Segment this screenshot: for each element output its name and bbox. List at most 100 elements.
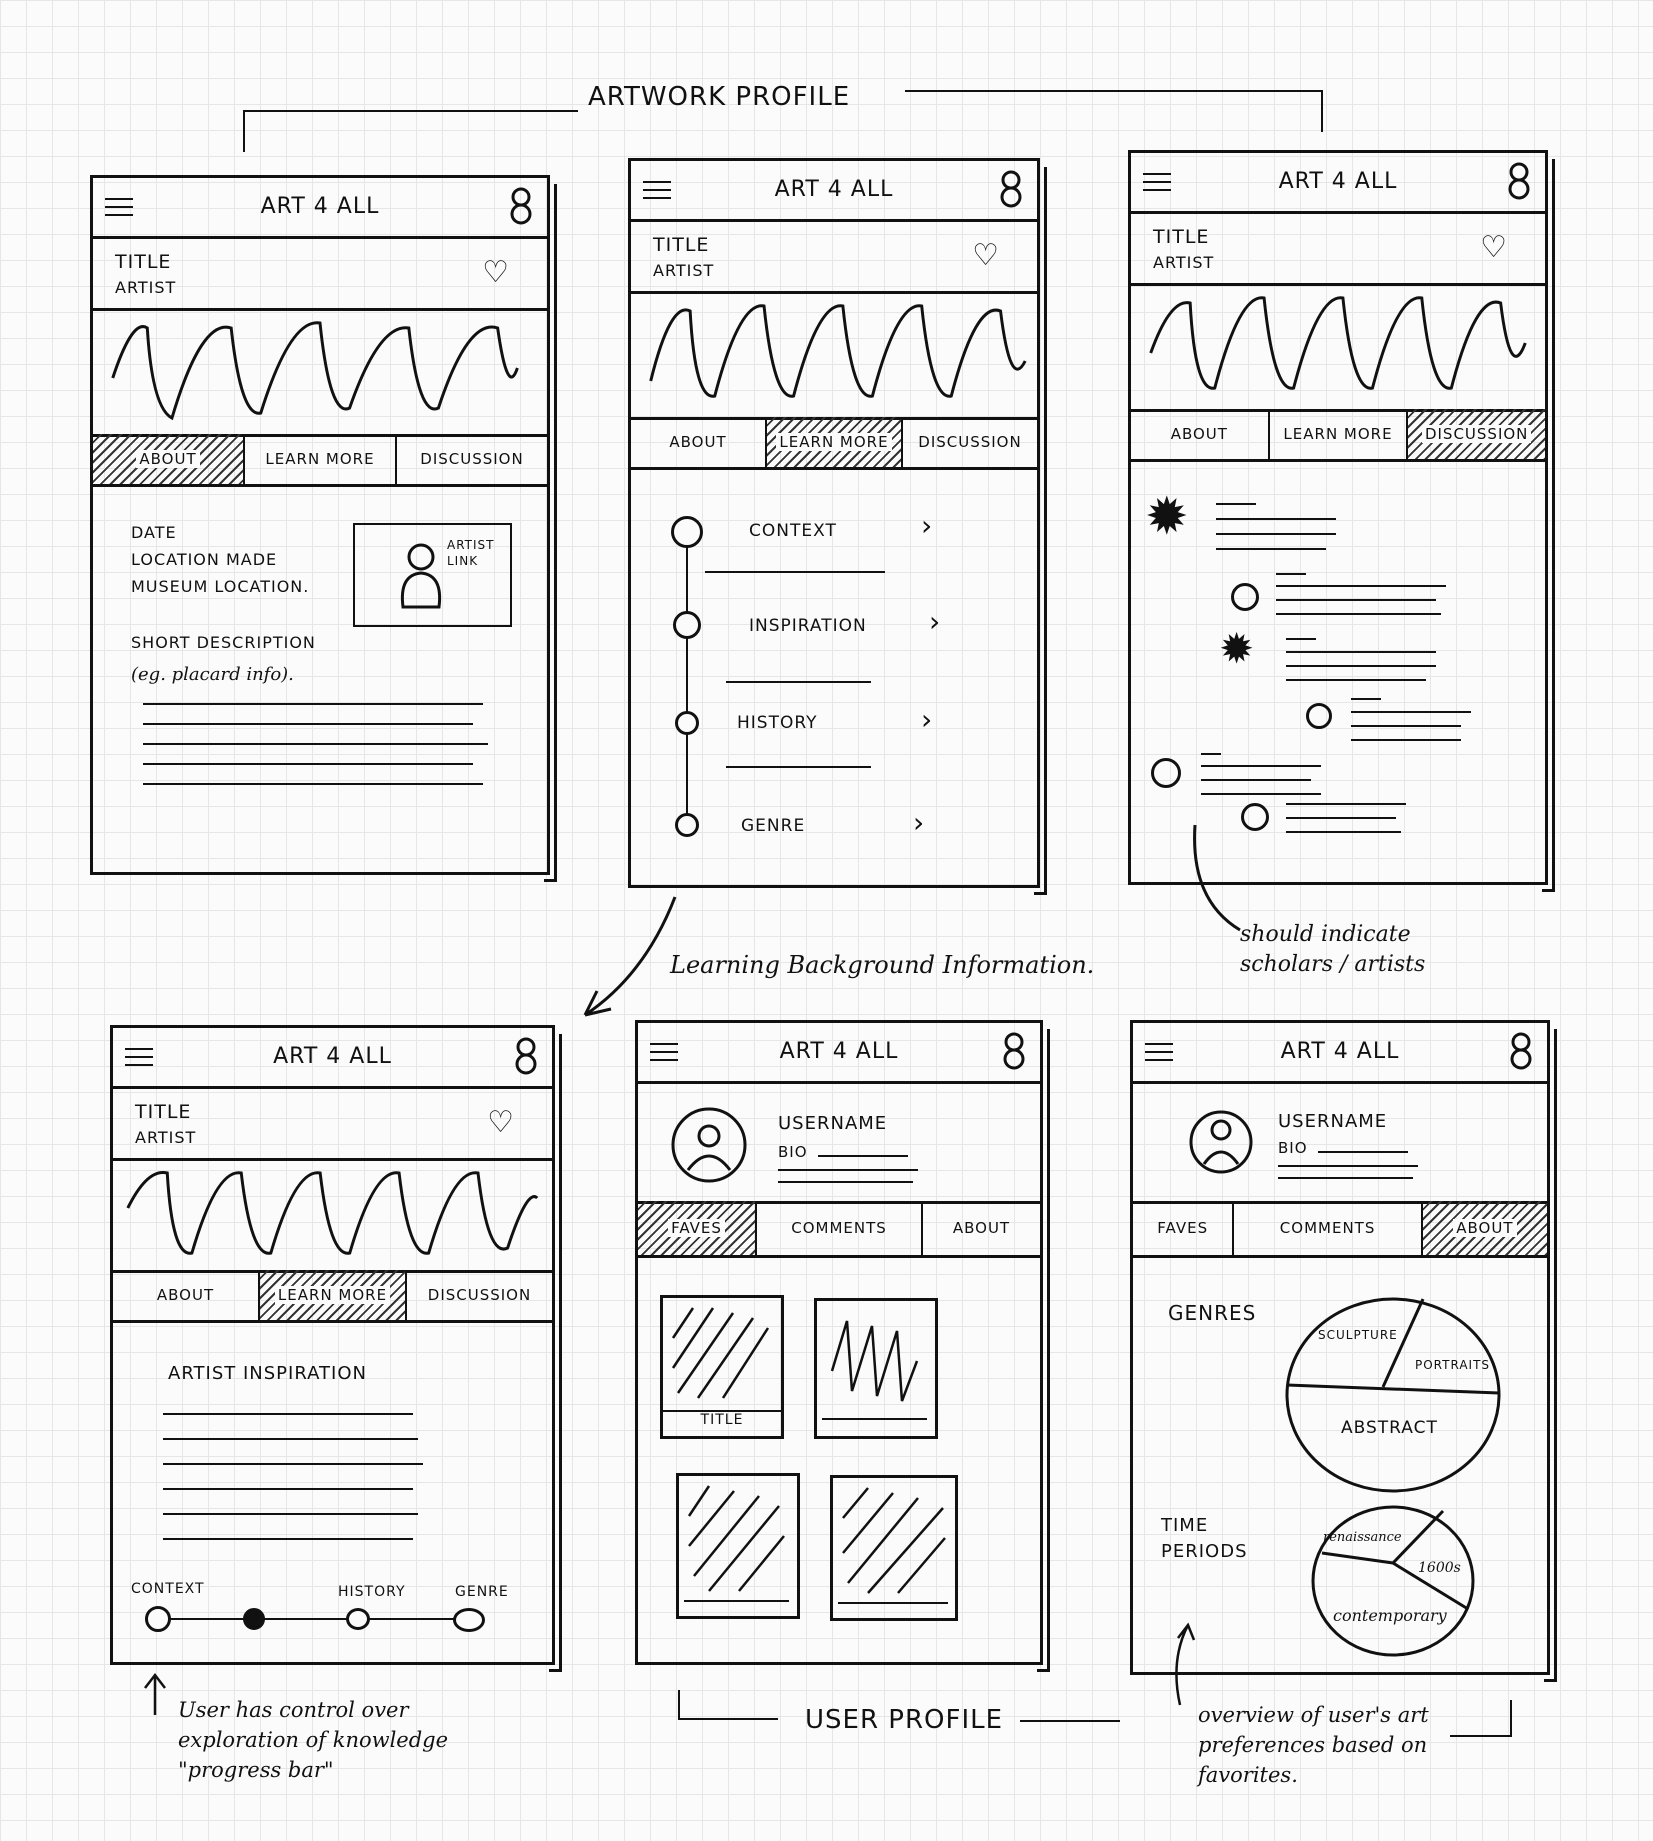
artwork-title: TITLE: [1153, 226, 1210, 248]
timeline-node[interactable]: [673, 611, 701, 639]
bio-line: [778, 1181, 913, 1183]
user-profile-bracket-end: [1450, 1735, 1510, 1737]
tab-faves[interactable]: FAVES: [1133, 1201, 1235, 1255]
artwork-info-bar: TITLE ARTIST ♡: [113, 1086, 552, 1161]
user-profile-bracket-right: [1020, 1720, 1120, 1722]
profile-icon[interactable]: [997, 169, 1025, 209]
comment-line: [1201, 753, 1221, 755]
tab-learn-more[interactable]: LEARN MORE: [767, 417, 903, 467]
artwork-title: TITLE: [115, 251, 172, 273]
profile-icon[interactable]: [512, 1036, 540, 1076]
learn-item-genre[interactable]: GENRE: [741, 816, 805, 836]
about-date: DATE: [131, 523, 177, 542]
timeline-node[interactable]: [675, 711, 699, 735]
comment-line: [1276, 573, 1306, 575]
artwork-profile-bracket-left: [243, 110, 578, 112]
phone-artwork-about: ART 4 ALL TITLE ARTIST ♡ ABOUT LEARN MOR…: [90, 175, 557, 882]
tab-about[interactable]: ABOUT: [113, 1270, 260, 1320]
tab-learn-more[interactable]: LEARN MORE: [245, 434, 397, 484]
text-line: [163, 1438, 418, 1440]
username: USERNAME: [778, 1113, 888, 1134]
text-line: [143, 763, 473, 765]
learn-item-inspiration[interactable]: INSPIRATION: [749, 616, 867, 636]
tab-learn-more[interactable]: LEARN MORE: [1270, 409, 1409, 459]
commenter-avatar[interactable]: [1231, 583, 1259, 611]
fave-artwork-card[interactable]: TITLE: [660, 1295, 784, 1439]
tab-about[interactable]: ABOUT: [93, 434, 245, 484]
about-location-made: LOCATION MADE: [131, 550, 278, 569]
profile-icon[interactable]: [1507, 1031, 1535, 1071]
about-museum-location: MUSEUM LOCATION.: [131, 577, 310, 596]
app-title: ART 4 ALL: [774, 177, 894, 202]
tab-comments[interactable]: COMMENTS: [757, 1201, 923, 1255]
tab-user-about[interactable]: ABOUT: [1422, 1201, 1547, 1255]
profile-icon[interactable]: [1000, 1031, 1028, 1071]
artwork-profile-heading: ARTWORK PROFILE: [588, 82, 851, 112]
comment-line: [1351, 725, 1461, 727]
comment-line: [1286, 679, 1426, 681]
progress-node[interactable]: [145, 1606, 171, 1632]
commenter-avatar[interactable]: [1151, 758, 1181, 788]
tab-discussion[interactable]: DISCUSSION: [903, 417, 1037, 467]
user-profile-heading: USER PROFILE: [805, 1705, 1004, 1735]
fave-artwork-card[interactable]: [676, 1473, 800, 1619]
comment-line: [1286, 803, 1406, 805]
timeline-node[interactable]: [675, 813, 699, 837]
tab-faves[interactable]: FAVES: [638, 1201, 758, 1255]
user-info: USERNAME BIO: [1133, 1081, 1547, 1204]
progress-node[interactable]: [346, 1608, 370, 1630]
tab-discussion[interactable]: DISCUSSION: [397, 434, 547, 484]
heart-icon[interactable]: ♡: [1480, 233, 1507, 263]
chevron-right-icon[interactable]: ›: [929, 605, 940, 638]
learn-item-history[interactable]: HISTORY: [737, 713, 817, 733]
app-title: ART 4 ALL: [779, 1039, 899, 1064]
artist-link-label: ARTIST LINK: [447, 538, 495, 568]
fave-artwork-card[interactable]: [830, 1475, 958, 1621]
tab-about[interactable]: ABOUT: [631, 417, 767, 467]
heart-icon[interactable]: ♡: [972, 241, 999, 271]
timeline-line: [686, 521, 688, 821]
tab-learn-more[interactable]: LEARN MORE: [260, 1270, 407, 1320]
app-header: ART 4 ALL: [1131, 153, 1545, 214]
progress-node-current[interactable]: [243, 1608, 265, 1630]
tab-discussion[interactable]: DISCUSSION: [1408, 409, 1546, 459]
tab-user-about[interactable]: ABOUT: [923, 1201, 1040, 1255]
chevron-right-icon[interactable]: ›: [921, 703, 932, 736]
timeline-node[interactable]: [671, 516, 703, 548]
artwork-tabs: ABOUT LEARN MORE DISCUSSION: [631, 417, 1037, 470]
artwork-image: [113, 1158, 552, 1273]
preferences-arrow: [1175, 1622, 1196, 1706]
user-profile-bracket-left: [678, 1718, 778, 1720]
user-profile-bracket-right-edge: [1510, 1700, 1512, 1737]
genre-sculpture: SCULPTURE: [1318, 1328, 1398, 1342]
app-title: ART 4 ALL: [273, 1044, 392, 1069]
artwork-info-bar: TITLE ARTIST ♡: [631, 219, 1037, 294]
text-line: [163, 1488, 413, 1490]
comment-line: [1351, 698, 1381, 700]
comment-line: [1286, 651, 1436, 653]
progress-node[interactable]: [453, 1608, 485, 1632]
comment-line: [1286, 817, 1396, 819]
learn-item-context[interactable]: CONTEXT: [749, 521, 837, 541]
artist-link-card[interactable]: ARTIST LINK: [353, 523, 512, 627]
artwork-image: [93, 308, 547, 437]
app-header: ART 4 ALL: [1133, 1023, 1547, 1084]
comment-line: [1351, 711, 1471, 713]
chevron-right-icon[interactable]: ›: [921, 509, 932, 542]
commenter-avatar[interactable]: [1306, 703, 1332, 729]
profile-icon[interactable]: [507, 186, 535, 226]
bio-line: [1278, 1177, 1413, 1179]
tab-discussion[interactable]: DISCUSSION: [407, 1270, 552, 1320]
short-description-note: (eg. placard info).: [131, 664, 294, 685]
tab-about[interactable]: ABOUT: [1131, 409, 1270, 459]
fave-artwork-card[interactable]: [814, 1298, 938, 1439]
comment-line: [1216, 503, 1256, 505]
tab-comments[interactable]: COMMENTS: [1234, 1201, 1423, 1255]
app-header: ART 4 ALL: [631, 161, 1037, 222]
heart-icon[interactable]: ♡: [482, 258, 509, 288]
comment-line: [1216, 533, 1336, 535]
chevron-right-icon[interactable]: ›: [913, 806, 924, 839]
profile-icon[interactable]: [1505, 161, 1533, 201]
heart-icon[interactable]: ♡: [487, 1108, 514, 1138]
user-tabs: FAVES COMMENTS ABOUT: [638, 1201, 1040, 1258]
